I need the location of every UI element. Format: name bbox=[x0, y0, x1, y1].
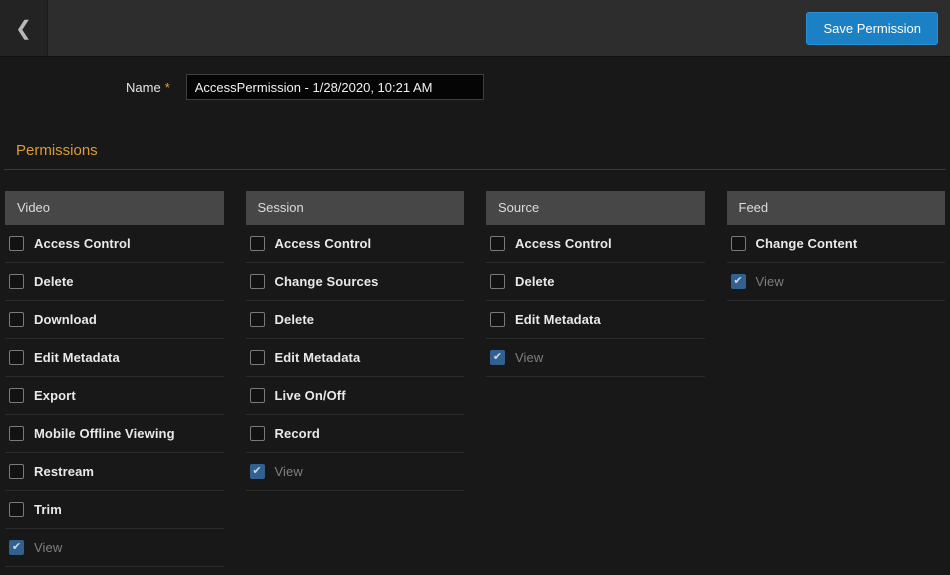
checkbox-unchecked-icon[interactable] bbox=[250, 312, 265, 327]
column-header: Feed bbox=[727, 191, 946, 225]
chevron-left-icon: ❮ bbox=[15, 16, 32, 41]
permission-item[interactable]: Delete bbox=[246, 301, 465, 339]
permission-column-session: Session Access Control Change Sources Delet… bbox=[246, 191, 465, 567]
permission-label: Trim bbox=[34, 502, 62, 517]
permission-label: Edit Metadata bbox=[275, 350, 361, 365]
required-asterisk: * bbox=[165, 80, 170, 95]
checkbox-unchecked-icon[interactable] bbox=[250, 236, 265, 251]
section-divider bbox=[4, 169, 946, 170]
checkbox-checked-icon[interactable]: ✔ bbox=[731, 274, 746, 289]
permission-item[interactable]: Access Control bbox=[5, 225, 224, 263]
permission-label: Mobile Offline Viewing bbox=[34, 426, 175, 441]
permission-label: Access Control bbox=[515, 236, 612, 251]
permission-label: Restream bbox=[34, 464, 94, 479]
permission-item[interactable]: Delete bbox=[486, 263, 705, 301]
permission-item[interactable]: Access Control bbox=[486, 225, 705, 263]
permission-item[interactable]: Change Content bbox=[727, 225, 946, 263]
permission-label: Access Control bbox=[275, 236, 372, 251]
checkbox-unchecked-icon[interactable] bbox=[9, 274, 24, 289]
permission-item[interactable]: ✔ View bbox=[727, 263, 946, 301]
checkbox-unchecked-icon[interactable] bbox=[9, 388, 24, 403]
permission-label: Delete bbox=[275, 312, 315, 327]
column-header: Video bbox=[5, 191, 224, 225]
permission-item[interactable]: Live On/Off bbox=[246, 377, 465, 415]
permission-item[interactable]: Access Control bbox=[246, 225, 465, 263]
checkbox-unchecked-icon[interactable] bbox=[731, 236, 746, 251]
checkbox-checked-icon[interactable]: ✔ bbox=[490, 350, 505, 365]
permission-label: View bbox=[275, 464, 303, 479]
permission-label: View bbox=[515, 350, 543, 365]
checkbox-checked-icon[interactable]: ✔ bbox=[9, 540, 24, 555]
permission-item[interactable]: Edit Metadata bbox=[486, 301, 705, 339]
permission-label: Change Content bbox=[756, 236, 858, 251]
permission-item[interactable]: Mobile Offline Viewing bbox=[5, 415, 224, 453]
permission-item[interactable]: Trim bbox=[5, 491, 224, 529]
permission-item[interactable]: Record bbox=[246, 415, 465, 453]
permission-label: View bbox=[756, 274, 784, 289]
permission-item[interactable]: Download bbox=[5, 301, 224, 339]
checkbox-unchecked-icon[interactable] bbox=[9, 350, 24, 365]
permission-label: Edit Metadata bbox=[34, 350, 120, 365]
permission-label: Record bbox=[275, 426, 320, 441]
checkbox-unchecked-icon[interactable] bbox=[9, 236, 24, 251]
checkbox-unchecked-icon[interactable] bbox=[250, 350, 265, 365]
checkbox-unchecked-icon[interactable] bbox=[9, 502, 24, 517]
permission-label: Export bbox=[34, 388, 76, 403]
permissions-section-title: Permissions bbox=[16, 142, 950, 159]
permission-label: Live On/Off bbox=[275, 388, 346, 403]
permission-label: View bbox=[34, 540, 62, 555]
checkbox-unchecked-icon[interactable] bbox=[9, 312, 24, 327]
permission-label: Edit Metadata bbox=[515, 312, 601, 327]
column-header: Source bbox=[486, 191, 705, 225]
top-bar: ❮ Save Permission bbox=[0, 0, 950, 57]
permission-item[interactable]: Delete bbox=[5, 263, 224, 301]
permission-label: Delete bbox=[34, 274, 74, 289]
back-button[interactable]: ❮ bbox=[0, 0, 48, 56]
checkbox-unchecked-icon[interactable] bbox=[490, 236, 505, 251]
name-form-row: Name * bbox=[0, 57, 950, 100]
permission-column-video: Video Access Control Delete Download Edit Me… bbox=[5, 191, 224, 567]
permission-item[interactable]: Export bbox=[5, 377, 224, 415]
save-permission-button[interactable]: Save Permission bbox=[806, 12, 938, 45]
permission-column-source: Source Access Control Delete Edit Metadata ✔… bbox=[486, 191, 705, 567]
permission-label: Access Control bbox=[34, 236, 131, 251]
permission-label: Change Sources bbox=[275, 274, 379, 289]
permission-column-feed: Feed Change Content ✔ View bbox=[727, 191, 946, 567]
name-label: Name bbox=[126, 80, 161, 95]
permission-item[interactable]: Edit Metadata bbox=[5, 339, 224, 377]
checkbox-unchecked-icon[interactable] bbox=[250, 274, 265, 289]
checkbox-unchecked-icon[interactable] bbox=[9, 426, 24, 441]
permission-label: Download bbox=[34, 312, 97, 327]
checkbox-unchecked-icon[interactable] bbox=[250, 426, 265, 441]
permission-item[interactable]: ✔ View bbox=[486, 339, 705, 377]
permission-item[interactable]: Change Sources bbox=[246, 263, 465, 301]
checkbox-checked-icon[interactable]: ✔ bbox=[250, 464, 265, 479]
name-input[interactable] bbox=[186, 74, 484, 100]
permission-item[interactable]: ✔ View bbox=[5, 529, 224, 567]
checkbox-unchecked-icon[interactable] bbox=[490, 312, 505, 327]
permission-label: Delete bbox=[515, 274, 555, 289]
permission-item[interactable]: Restream bbox=[5, 453, 224, 491]
checkbox-unchecked-icon[interactable] bbox=[9, 464, 24, 479]
checkbox-unchecked-icon[interactable] bbox=[490, 274, 505, 289]
permission-item[interactable]: Edit Metadata bbox=[246, 339, 465, 377]
permissions-columns: Video Access Control Delete Download Edit Me… bbox=[0, 191, 950, 567]
checkbox-unchecked-icon[interactable] bbox=[250, 388, 265, 403]
column-header: Session bbox=[246, 191, 465, 225]
permission-item[interactable]: ✔ View bbox=[246, 453, 465, 491]
